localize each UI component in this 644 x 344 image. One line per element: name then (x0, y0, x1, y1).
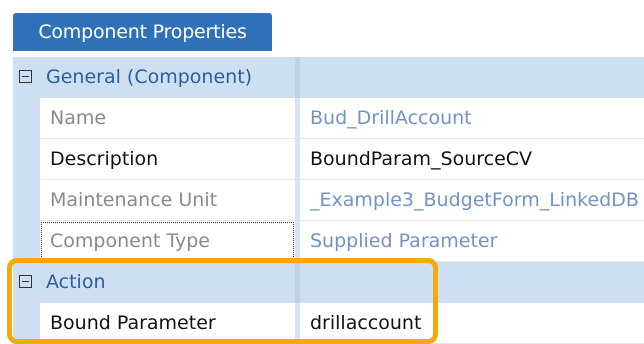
property-description-label: Description (50, 148, 159, 170)
bound-parameter-value-field[interactable]: drillaccount (300, 303, 644, 344)
collapse-minus-icon[interactable] (19, 275, 32, 288)
description-value-field[interactable]: BoundParam_SourceCV (300, 139, 644, 180)
property-component-type-value: Supplied Parameter (310, 230, 498, 252)
property-bound-parameter-value: drillaccount (310, 312, 422, 334)
category-action[interactable]: Action (13, 262, 644, 303)
property-row-bound-parameter[interactable]: Bound Parameter drillaccount (13, 303, 644, 344)
property-name-label: Name (50, 107, 107, 129)
property-row-maintenance-unit[interactable]: Maintenance Unit _Example3_BudgetForm_Li… (13, 180, 644, 221)
property-bound-parameter-label: Bound Parameter (50, 312, 216, 334)
collapse-minus-icon[interactable] (19, 70, 32, 83)
property-row-description[interactable]: Description BoundParam_SourceCV (13, 139, 644, 180)
property-row-component-type[interactable]: Component Type Supplied Parameter (13, 221, 644, 262)
row-gutter (13, 221, 40, 262)
component-properties-tab[interactable]: Component Properties (13, 13, 272, 51)
category-label-action: Action (46, 271, 106, 293)
row-gutter (13, 98, 40, 139)
column-divider[interactable] (295, 57, 300, 98)
category-general[interactable]: General (Component) (13, 57, 644, 98)
property-grid: General (Component) Name Bud_DrillAccoun… (13, 57, 644, 344)
row-gutter (13, 303, 40, 344)
property-description-value: BoundParam_SourceCV (310, 148, 533, 170)
focused-property-cell[interactable]: Component Type (40, 221, 295, 262)
column-divider[interactable] (295, 262, 300, 303)
property-row-name[interactable]: Name Bud_DrillAccount (13, 98, 644, 139)
property-name-value: Bud_DrillAccount (310, 107, 472, 129)
property-maintenance-unit-value: _Example3_BudgetForm_LinkedDB (310, 189, 639, 211)
row-gutter (13, 139, 40, 180)
property-maintenance-unit-label: Maintenance Unit (50, 189, 218, 211)
category-label-general: General (Component) (46, 66, 253, 88)
property-component-type-label: Component Type (50, 230, 210, 252)
row-gutter (13, 180, 40, 221)
